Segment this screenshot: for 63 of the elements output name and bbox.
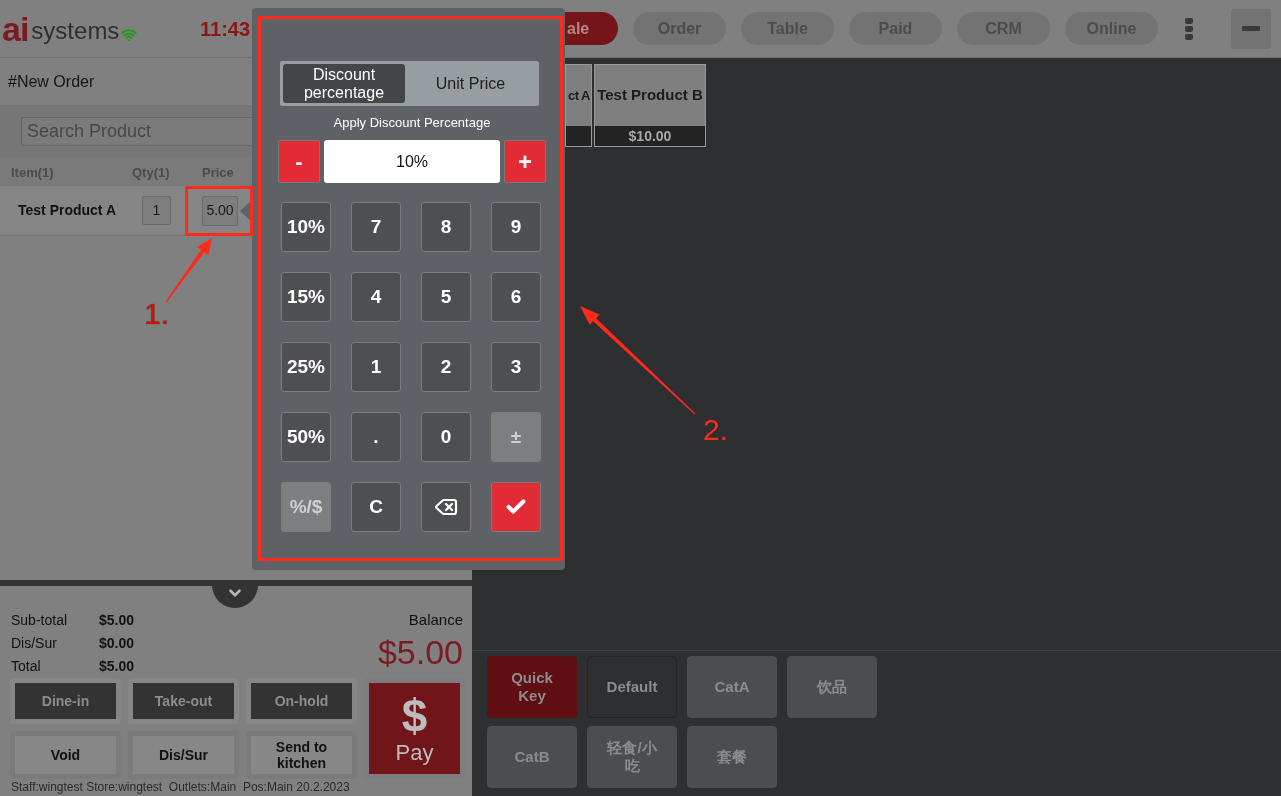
logo-mark: ai: [2, 10, 29, 47]
dialog-label: Apply Discount Percentage: [332, 115, 492, 131]
wifi-icon: [120, 26, 139, 43]
highlight-frame: [185, 186, 253, 236]
clock-time: 11:43: [200, 16, 252, 41]
order-title: #New Order: [8, 71, 95, 92]
discount-input[interactable]: 10%: [324, 140, 500, 183]
keypad-key[interactable]: .: [351, 412, 401, 462]
product-name: Test Product B: [597, 85, 703, 106]
keypad-key[interactable]: 0: [421, 412, 471, 462]
action-button[interactable]: Take-out: [128, 678, 239, 724]
price-bar: [566, 126, 591, 146]
keypad-key[interactable]: 1: [351, 342, 401, 392]
increase-button[interactable]: +: [504, 140, 546, 183]
keypad-key[interactable]: C: [351, 482, 401, 532]
minus-icon: [1242, 26, 1260, 31]
action-button[interactable]: Dine-in: [10, 678, 121, 724]
balance-label: Balance: [408, 610, 463, 630]
action-button[interactable]: Void: [10, 731, 121, 779]
action-button[interactable]: On-hold: [246, 678, 357, 724]
action-button[interactable]: Send to kitchen: [246, 731, 357, 779]
item-name: Test Product A: [18, 201, 117, 220]
backspace-key[interactable]: [421, 482, 471, 532]
keypad-key[interactable]: 6: [491, 272, 541, 322]
product-tile[interactable]: ct A: [565, 64, 592, 147]
confirm-key[interactable]: [491, 482, 541, 532]
status-text: Staff:wingtest Store:wingtest Outlets:Main Pos:Main 20.2.2023: [10, 780, 351, 794]
dollar-icon: $: [401, 691, 428, 740]
mode-tab[interactable]: Unit Price: [405, 64, 536, 103]
price-field[interactable]: 5.00: [202, 195, 238, 226]
total-label: Total: [11, 656, 42, 676]
keypad-key[interactable]: 5: [421, 272, 471, 322]
qty-field[interactable]: 1: [142, 196, 171, 225]
mode-tab[interactable]: Discount percentage: [283, 64, 405, 103]
product-tile[interactable]: Test Product B $10.00: [594, 64, 706, 147]
keypad-key[interactable]: 9: [491, 202, 541, 252]
balance-amount: $5.00: [377, 633, 463, 671]
total-label: Dis/Sur: [11, 633, 58, 653]
more-menu-icon[interactable]: [1185, 17, 1193, 40]
keypad-key[interactable]: 3: [491, 342, 541, 392]
nav-tab[interactable]: ale: [565, 12, 618, 45]
keypad-key[interactable]: 2: [421, 342, 471, 392]
decrease-button[interactable]: -: [278, 140, 320, 183]
total-value: $5.00: [99, 656, 135, 676]
annotation-label: 1.: [144, 298, 170, 330]
keypad-key[interactable]: 10%: [281, 202, 331, 252]
total-value: $0.00: [99, 633, 135, 653]
category-button[interactable]: Default: [587, 656, 677, 718]
keypad-key[interactable]: 25%: [281, 342, 331, 392]
keypad-key[interactable]: 4: [351, 272, 401, 322]
total-label: Sub-total: [11, 610, 69, 630]
minimize-button[interactable]: [1231, 8, 1271, 49]
keypad-key[interactable]: 50%: [281, 412, 331, 462]
keypad-key[interactable]: 8: [421, 202, 471, 252]
keypad-key[interactable]: 7: [351, 202, 401, 252]
pointer-triangle-icon: [240, 200, 252, 222]
total-value: $5.00: [99, 610, 135, 630]
logo-text: systems: [31, 17, 120, 44]
product-price: $10.00: [595, 126, 705, 146]
action-button[interactable]: Dis/Sur: [128, 731, 239, 779]
keypad-key[interactable]: 15%: [281, 272, 331, 322]
annotation-label: 2.: [703, 414, 729, 446]
product-name: ct A: [567, 86, 590, 105]
